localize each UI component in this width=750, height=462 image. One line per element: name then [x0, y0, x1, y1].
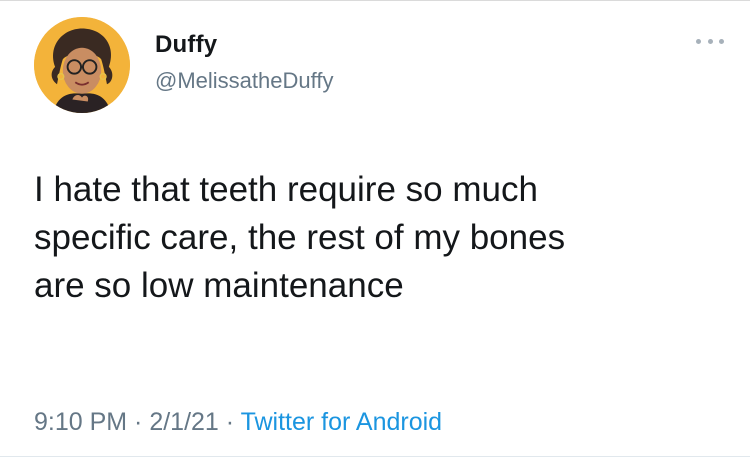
tweet-meta: 9:10 PM · 2/1/21 · Twitter for Android	[34, 408, 442, 437]
meta-separator: ·	[127, 408, 150, 436]
more-dot	[707, 38, 713, 44]
tweet-source-link[interactable]: Twitter for Android	[241, 408, 442, 436]
more-horizontal-icon[interactable]	[696, 35, 724, 47]
user-handle[interactable]: @MelissatheDuffy	[155, 68, 333, 94]
avatar[interactable]	[34, 17, 130, 113]
more-dot	[719, 38, 724, 44]
tweet-date[interactable]: 2/1/21	[149, 408, 219, 436]
meta-separator: ·	[218, 408, 241, 436]
more-dot	[696, 38, 701, 44]
divider	[0, 456, 750, 457]
tweet-time[interactable]: 9:10 PM	[34, 408, 127, 436]
display-name[interactable]: Duffy	[155, 31, 217, 59]
cartoon-woman-avatar-icon	[34, 17, 130, 113]
tweet-card: Duffy @MelissatheDuffy I hate that teeth…	[0, 0, 750, 462]
tweet-text: I hate that teeth require so much specif…	[34, 170, 566, 305]
